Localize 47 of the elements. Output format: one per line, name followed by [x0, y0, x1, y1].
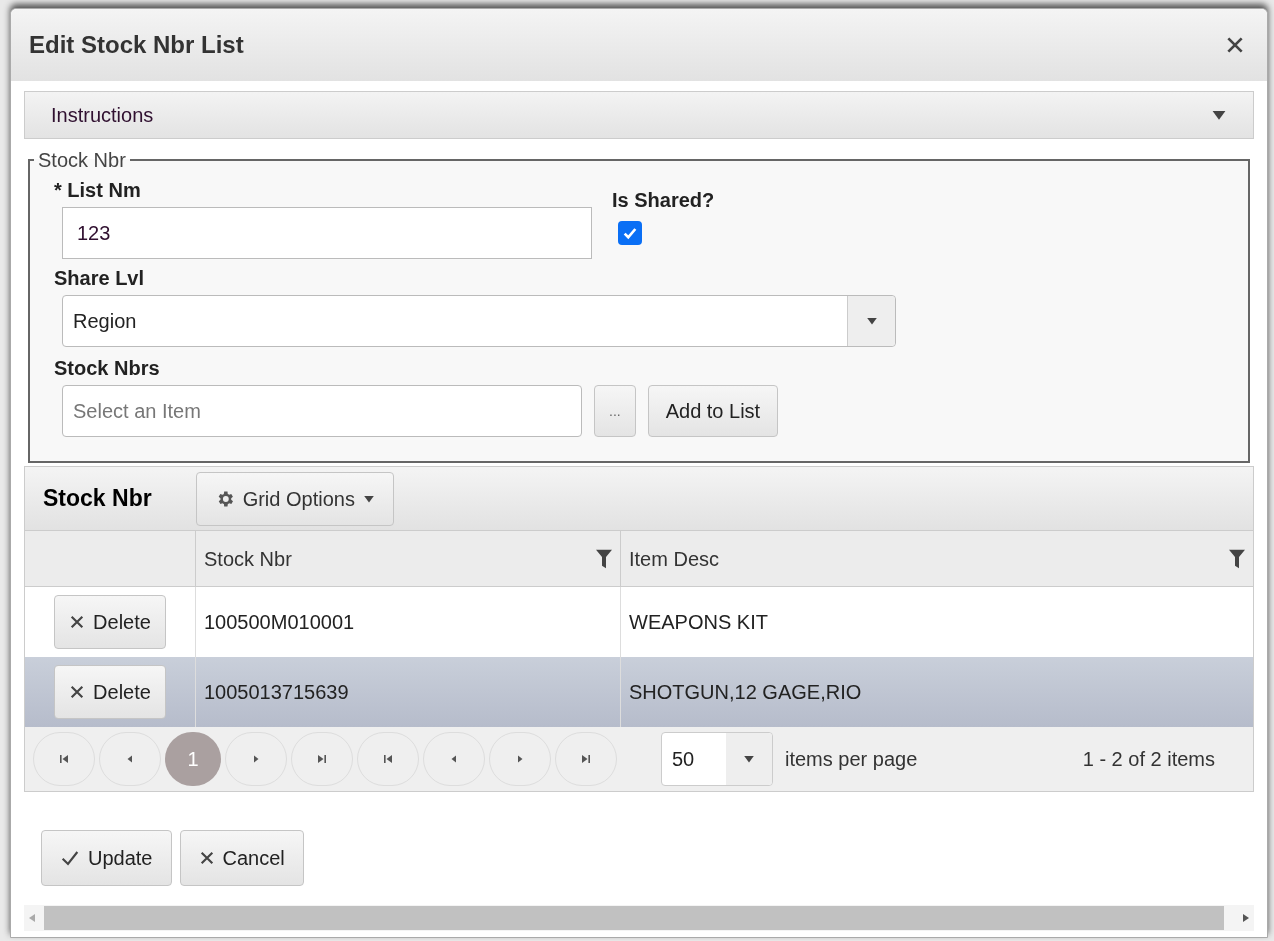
- delete-button[interactable]: Delete: [54, 595, 166, 649]
- close-icon: [198, 850, 215, 866]
- first-page-icon: [382, 753, 394, 765]
- grid-row[interactable]: Delete 1005013715639 SHOTGUN,12 GAGE,RIO: [25, 657, 1253, 727]
- shared-checkbox[interactable]: [618, 221, 642, 245]
- dropdown-value: Region: [72, 309, 138, 334]
- last-page-icon: [316, 753, 328, 765]
- check-icon: [60, 850, 80, 866]
- grid-options-button[interactable]: Grid Options: [195, 471, 394, 526]
- close-icon: [1225, 35, 1245, 55]
- field-label: Is Shared?: [612, 188, 715, 213]
- column-header[interactable]: Item Desc: [621, 531, 1253, 586]
- cancel-button[interactable]: Cancel: [179, 830, 304, 886]
- filter-icon[interactable]: [596, 548, 612, 569]
- table-cell-text: WEAPONS KIT: [628, 610, 769, 635]
- caret-icon: [743, 753, 755, 765]
- page-size-dropdown[interactable]: 50: [661, 732, 773, 786]
- column-header[interactable]: Stock Nbr: [196, 531, 621, 586]
- close-icon: [69, 684, 86, 700]
- dropdown-value: 50: [671, 747, 696, 772]
- first-page-icon: [58, 753, 70, 765]
- delete-button[interactable]: Delete: [54, 665, 166, 719]
- last-page-icon: [580, 753, 592, 765]
- instructions-bar[interactable]: Instructions: [24, 91, 1254, 139]
- table-cell-text: SHOTGUN,12 GAGE,RIO: [628, 680, 863, 705]
- stock-number-field[interactable]: Select an Item: [62, 385, 582, 437]
- checkmark-icon: [622, 225, 638, 241]
- column-title: Stock Nbr: [204, 546, 292, 572]
- field-label: * List Nm: [54, 178, 142, 203]
- grid-title: Stock Nbr: [43, 484, 152, 514]
- field-label: Stock Nbrs: [54, 356, 161, 381]
- close-icon: [69, 614, 86, 630]
- browse-button[interactable]: ...: [594, 385, 636, 437]
- list-name-field[interactable]: 123: [62, 207, 592, 259]
- add-to-list-button[interactable]: Add to List: [647, 385, 779, 437]
- scroll-left-icon[interactable]: [28, 912, 36, 924]
- share-level-dropdown[interactable]: Region: [62, 295, 896, 347]
- field-label: Share Lvl: [54, 266, 146, 291]
- scroll-right-icon[interactable]: [1242, 912, 1250, 924]
- update-button[interactable]: Update: [41, 830, 172, 886]
- caret-icon: [865, 315, 878, 327]
- window-title: Edit Stock Nbr List: [29, 30, 244, 60]
- page-size-label: items per page: [785, 747, 918, 772]
- filter-icon[interactable]: [1229, 548, 1245, 569]
- item-count: 1 - 2 of 2 items: [1082, 747, 1215, 772]
- column-title: Item Desc: [629, 546, 720, 572]
- fieldset-legend: Stock Nbr: [34, 145, 130, 175]
